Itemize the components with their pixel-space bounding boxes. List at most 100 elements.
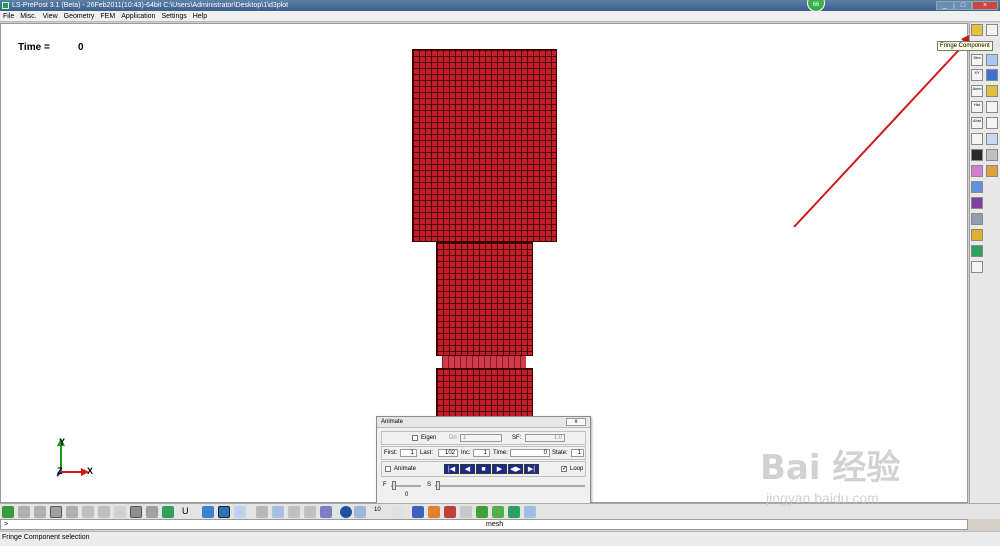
command-input[interactable]: mesh (486, 520, 503, 529)
toolbar-button-20[interactable] (971, 197, 983, 209)
toolbar-button-12[interactable] (986, 117, 998, 129)
tool-button-6[interactable] (428, 506, 440, 518)
view-button-9[interactable] (146, 506, 158, 518)
state-label: State: (552, 450, 568, 456)
shade-button-2[interactable] (218, 506, 230, 518)
time-value: 0 (78, 42, 84, 53)
state-field[interactable]: 1 (571, 449, 584, 457)
animate-panel-close-button[interactable]: x (566, 418, 586, 426)
menu-application[interactable]: Application (118, 11, 158, 21)
play-button[interactable]: ▶ (492, 464, 507, 474)
sphere-button[interactable] (340, 506, 352, 518)
minimize-button[interactable]: _ (936, 1, 954, 10)
toolbar-button-17[interactable] (971, 165, 983, 177)
view-button-3[interactable] (50, 506, 62, 518)
tool-button-3[interactable] (288, 506, 300, 518)
menu-settings[interactable]: Settings (158, 11, 189, 21)
menu-geometry[interactable]: Geometry (61, 11, 98, 21)
view-button-5[interactable] (82, 506, 94, 518)
view-button-8[interactable] (130, 506, 142, 518)
toolbar-button-23[interactable] (971, 245, 983, 257)
view-button-4[interactable] (66, 506, 78, 518)
s-slider-label: S (427, 482, 432, 488)
screen-button[interactable] (524, 506, 536, 518)
tool-button-2[interactable] (272, 506, 284, 518)
window-title: LS-PrePost 3.1 (Beta) - 26Feb2011(10:43)… (12, 2, 289, 9)
menu-view[interactable]: View (40, 11, 61, 21)
loop-play-button[interactable]: ◀▶ (508, 464, 523, 474)
toolbar-button-13[interactable] (971, 133, 983, 145)
view-button-6[interactable] (98, 506, 110, 518)
playback-row: Animate |◀ ◀ ■ ▶ ◀▶ ▶| ✓ Loop (381, 461, 586, 477)
close-button[interactable]: × (972, 1, 998, 10)
dri-select[interactable]: 1 (460, 434, 502, 442)
last-frame-button[interactable]: ▶| (524, 464, 539, 474)
toolbar-button-4[interactable] (986, 54, 998, 66)
time-label: Time = (18, 42, 50, 53)
cube-button[interactable] (354, 506, 366, 518)
traffic-light-button[interactable] (971, 149, 983, 161)
menu-help[interactable]: Help (190, 11, 210, 21)
tool-button-1[interactable] (256, 506, 268, 518)
view-button-1[interactable] (18, 506, 30, 518)
sf-field[interactable]: 1.0 (525, 434, 565, 442)
maximize-button[interactable]: □ (954, 1, 972, 10)
s-slider-track[interactable] (435, 485, 585, 487)
tool-button-9[interactable] (492, 506, 504, 518)
checker-button[interactable] (460, 506, 472, 518)
tool-button-10[interactable] (508, 506, 520, 518)
toolbar-button-18[interactable] (986, 165, 998, 177)
stop-button[interactable]: ■ (476, 464, 491, 474)
eigen-checkbox[interactable] (412, 435, 418, 441)
menu-misc[interactable]: Misc. (17, 11, 39, 21)
tool-button-5[interactable] (412, 506, 424, 518)
view-button-2[interactable] (34, 506, 46, 518)
xy-plot-button[interactable]: XY (971, 69, 983, 81)
loop-label: Loop (570, 466, 584, 472)
inc-field[interactable]: 1 (473, 449, 490, 457)
last-label: Last: (420, 450, 434, 456)
axis-button[interactable] (392, 506, 404, 518)
toolbar-button-24[interactable] (971, 261, 983, 273)
stress-button[interactable]: Stre (971, 54, 983, 66)
eigen-row: Eigen Dri 1 SF: 1.0 (381, 431, 586, 445)
s-slider-thumb[interactable] (436, 481, 440, 490)
animate-button[interactable]: Anim (971, 85, 983, 97)
tool-button-7[interactable] (444, 506, 456, 518)
toolbar-button-6[interactable] (986, 69, 998, 81)
right-toolbar: Stre XY Anim Hst Ahst (969, 23, 1000, 503)
toolbar-button-19[interactable] (971, 181, 983, 193)
menu-file[interactable]: File (0, 11, 17, 21)
view-button-7[interactable] (114, 506, 126, 518)
mesh-neck[interactable] (442, 356, 526, 368)
toolbar-button-14[interactable] (986, 133, 998, 145)
first-field[interactable]: 1 (400, 449, 417, 457)
mesh-upper-block[interactable] (412, 49, 557, 242)
toolbar-button-2[interactable] (986, 24, 998, 36)
first-frame-button[interactable]: |◀ (444, 464, 459, 474)
fringe-component-button[interactable] (971, 24, 983, 36)
rotate-button[interactable] (320, 506, 332, 518)
time-field[interactable]: 0 (510, 449, 550, 457)
step-back-button[interactable]: ◀ (460, 464, 475, 474)
toolbar-button-21[interactable] (971, 213, 983, 225)
animate-checkbox[interactable] (385, 466, 391, 472)
f-slider-thumb[interactable] (392, 481, 396, 490)
shade-button-3[interactable] (234, 506, 246, 518)
toolbar-button-16[interactable] (986, 149, 998, 161)
menu-fem[interactable]: FEM (97, 11, 118, 21)
toolbar-button-8[interactable] (986, 85, 998, 97)
toolbar-button-22[interactable] (971, 229, 983, 241)
dri-label: Dri (449, 435, 457, 441)
model-button[interactable] (2, 506, 14, 518)
toolbar-button-10[interactable] (986, 101, 998, 113)
tool-button-4[interactable] (304, 506, 316, 518)
history-button[interactable]: Hst (971, 101, 983, 113)
tool-button-8[interactable] (476, 506, 488, 518)
loop-checkbox[interactable]: ✓ (561, 466, 567, 472)
last-field[interactable]: 102 (438, 449, 458, 457)
shade-button-1[interactable] (202, 506, 214, 518)
color-button[interactable] (162, 506, 174, 518)
mesh-middle-block[interactable] (436, 242, 533, 356)
ascii-history-button[interactable]: Ahst (971, 117, 983, 129)
